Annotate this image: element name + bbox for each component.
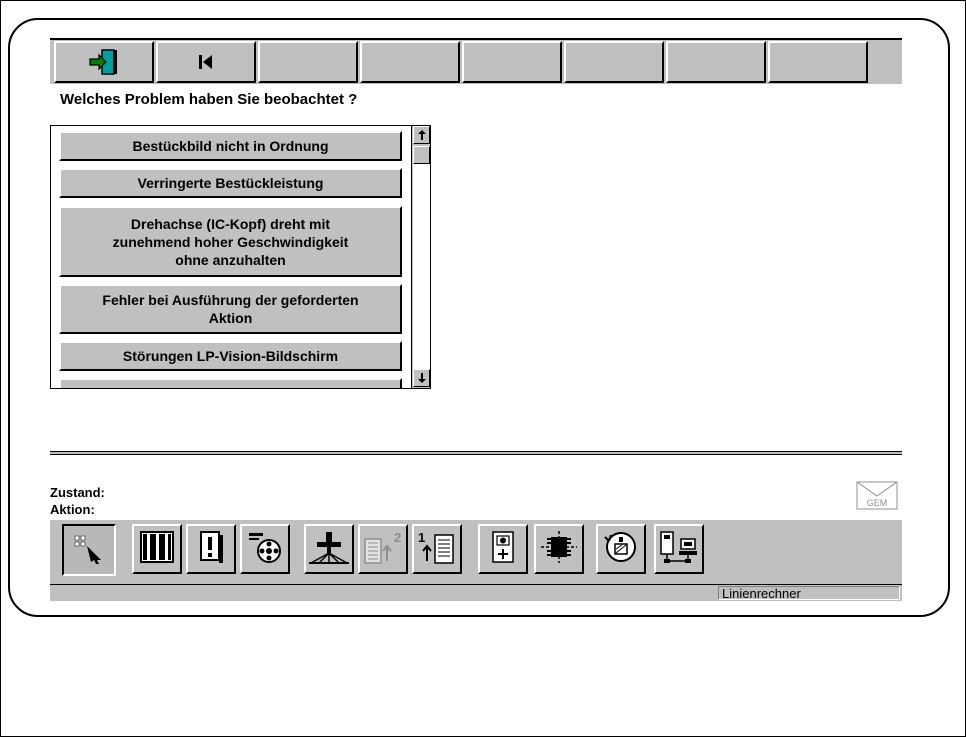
arrow-up-icon: [417, 130, 426, 140]
rotate-calibrate-button[interactable]: [596, 524, 646, 574]
alert-button[interactable]: [186, 524, 236, 574]
line-computer-button[interactable]: [654, 524, 704, 574]
status-bar: Linienrechner: [50, 584, 902, 601]
component-centering-icon: [537, 529, 581, 570]
scroll-track[interactable]: [413, 164, 430, 369]
camera-add-button[interactable]: [478, 524, 528, 574]
step-1-button[interactable]: 1: [412, 524, 462, 574]
problem-option-3[interactable]: Drehachse (IC-Kopf) dreht mit zunehmend …: [59, 206, 402, 277]
problem-option-4[interactable]: Fehler bei Ausführung der geforderten Ak…: [59, 284, 402, 334]
step-1-icon: 1: [415, 529, 459, 570]
aktion-label: Aktion:: [50, 502, 95, 517]
toolbar-button-4[interactable]: [360, 41, 460, 83]
problem-option-5[interactable]: Störungen LP-Vision-Bildschirm: [59, 341, 402, 371]
skip-to-start-icon: [196, 52, 216, 72]
exit-door-icon: [87, 47, 121, 77]
film-strip-icon: [137, 529, 177, 570]
toolbar-button-6[interactable]: [564, 41, 664, 83]
placement-head-button[interactable]: [304, 524, 354, 574]
application-screen: Welches Problem haben Sie beobachtet ? B…: [50, 38, 902, 601]
scroll-down-button[interactable]: [413, 369, 430, 387]
toolbar-button-7[interactable]: [666, 41, 766, 83]
scroll-thumb[interactable]: [413, 146, 430, 164]
back-to-start-button[interactable]: [156, 41, 256, 83]
svg-text:1: 1: [418, 530, 425, 545]
top-toolbar: [50, 38, 902, 84]
mail-envelope-icon[interactable]: GEM: [856, 478, 898, 510]
problem-option-1[interactable]: Bestückbild nicht in Ordnung: [59, 131, 402, 161]
feeder-button[interactable]: [240, 524, 290, 574]
exit-button[interactable]: [54, 41, 154, 83]
problem-option-6-partial[interactable]: [59, 378, 402, 388]
mail-badge-text: GEM: [867, 498, 888, 508]
rotate-calibrate-icon: [601, 529, 641, 570]
exclamation-icon: [191, 529, 231, 570]
component-centering-button[interactable]: [534, 524, 584, 574]
placement-head-icon: [307, 529, 351, 570]
reel-feeder-icon: [245, 529, 285, 570]
pane-divider[interactable]: [50, 451, 902, 455]
arrow-down-icon: [417, 373, 426, 383]
question-heading: Welches Problem haben Sie beobachtet ?: [60, 91, 358, 108]
problem-list: Bestückbild nicht in Ordnung Verringerte…: [50, 125, 431, 389]
scroll-up-button[interactable]: [413, 126, 430, 144]
svg-text:2: 2: [394, 530, 401, 545]
step-2-button[interactable]: 2: [358, 524, 408, 574]
list-scrollbar[interactable]: [411, 126, 430, 388]
bottom-toolbar: 2 1: [50, 520, 902, 584]
toolbar-button-5[interactable]: [462, 41, 562, 83]
step-2-icon: 2: [361, 529, 405, 570]
zustand-label: Zustand:: [50, 485, 105, 500]
system-name-field: Linienrechner: [718, 586, 900, 600]
toolbar-button-8[interactable]: [768, 41, 868, 83]
film-strip-button[interactable]: [132, 524, 182, 574]
camera-plus-icon: [483, 529, 523, 570]
select-mode-button[interactable]: [62, 524, 116, 576]
network-computer-icon: [657, 529, 701, 570]
toolbar-button-3[interactable]: [258, 41, 358, 83]
pointer-select-icon: [69, 530, 109, 571]
problem-option-2[interactable]: Verringerte Bestückleistung: [59, 168, 402, 198]
